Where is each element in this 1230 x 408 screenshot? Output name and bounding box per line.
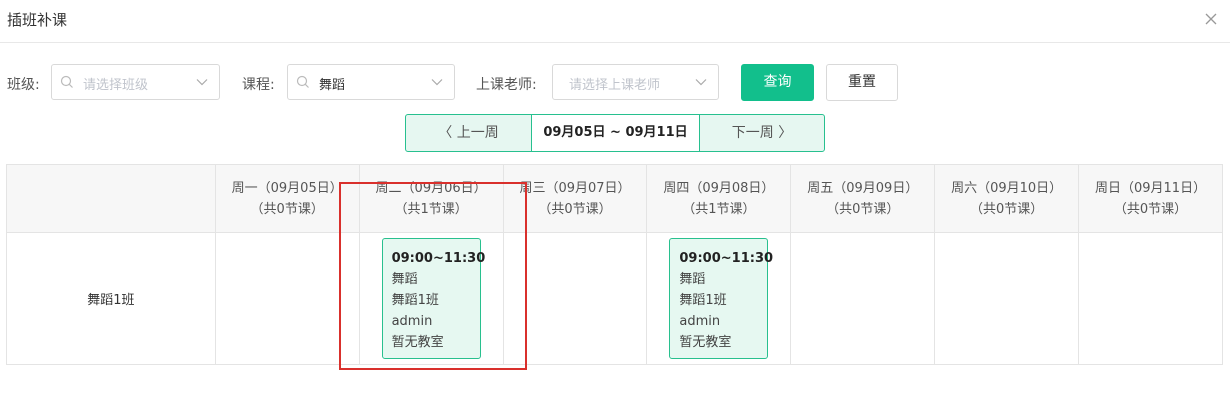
- day-header-wed: 周三（09月07日） （共0节课）: [502, 164, 648, 233]
- class-select-placeholder: 请选择班级: [83, 78, 149, 93]
- corner-cell: [6, 164, 216, 233]
- week-navigator: 〈 上一周 09月05日 ~ 09月11日 下一周 〉: [405, 114, 825, 152]
- search-button[interactable]: 查询: [741, 64, 814, 101]
- lesson-count: （共0节课）: [1113, 201, 1188, 217]
- teacher-select-placeholder: 请选择上课老师: [569, 78, 661, 93]
- chevron-down-icon: [196, 79, 208, 86]
- lesson-teacher: admin: [391, 314, 433, 329]
- day-cell-fri: [790, 232, 936, 365]
- table-row: 舞蹈1班 09:00~11:30 舞蹈 舞蹈1班 admin 暂无教室 09:0…: [6, 232, 1223, 365]
- lesson-teacher: admin: [679, 314, 721, 329]
- day-cell-thu: 09:00~11:30 舞蹈 舞蹈1班 admin 暂无教室: [646, 232, 792, 365]
- day-header-thu: 周四（09月08日） （共1节课）: [646, 164, 792, 233]
- day-header-mon: 周一（09月05日） （共0节课）: [214, 164, 360, 233]
- lesson-card[interactable]: 09:00~11:30 舞蹈 舞蹈1班 admin 暂无教室: [381, 238, 486, 359]
- header-divider: [0, 42, 1230, 43]
- lesson-count: （共0节课）: [250, 201, 324, 217]
- schedule-table: 周一（09月05日） （共0节课） 周二（09月06日） （共1节课） 周三（09月…: [6, 164, 1223, 365]
- search-icon: [60, 75, 73, 88]
- chevron-down-icon: [695, 79, 707, 86]
- lesson-room: 暂无教室: [391, 335, 444, 350]
- class-filter-label: 班级:: [7, 77, 40, 93]
- teacher-select[interactable]: 请选择上课老师: [552, 64, 719, 100]
- class-select[interactable]: 请选择班级: [51, 64, 220, 100]
- lesson-time: 09:00~11:30: [679, 251, 774, 266]
- lesson-count: （共1节课）: [394, 201, 468, 217]
- day-header-fri: 周五（09月09日） （共0节课）: [790, 164, 936, 233]
- lesson-room: 暂无教室: [679, 335, 732, 350]
- day-name: 周一（09月05日）: [231, 180, 343, 196]
- day-name: 周四（09月08日）: [663, 180, 775, 196]
- day-header-sat: 周六（09月10日） （共0节课）: [934, 164, 1080, 233]
- day-name: 周六（09月10日）: [951, 180, 1063, 196]
- reset-button[interactable]: 重置: [826, 64, 898, 101]
- lesson-count: （共0节课）: [970, 201, 1044, 217]
- day-cell-sat: [934, 232, 1080, 365]
- course-select[interactable]: 舞蹈: [287, 64, 455, 100]
- next-week-button[interactable]: 下一周 〉: [700, 115, 824, 151]
- day-cell-mon: [214, 232, 360, 365]
- day-header-sun: 周日（09月11日） （共0节课）: [1078, 164, 1223, 233]
- day-name: 周三（09月07日）: [519, 180, 631, 196]
- course-filter-label: 课程:: [242, 77, 275, 93]
- lesson-course: 舞蹈: [391, 272, 418, 287]
- close-icon[interactable]: [1204, 12, 1218, 26]
- prev-week-button[interactable]: 〈 上一周: [406, 115, 531, 151]
- current-week-range: 09月05日 ~ 09月11日: [531, 115, 700, 151]
- schedule-header-row: 周一（09月05日） （共0节课） 周二（09月06日） （共1节课） 周三（09月…: [6, 164, 1223, 233]
- lesson-count: （共0节课）: [538, 201, 612, 217]
- day-header-tue: 周二（09月06日） （共1节课）: [358, 164, 504, 233]
- day-cell-sun: [1078, 232, 1223, 365]
- search-icon: [296, 75, 309, 88]
- day-name: 周日（09月11日）: [1094, 180, 1207, 196]
- class-name-cell: 舞蹈1班: [6, 232, 216, 365]
- chevron-down-icon: [431, 79, 443, 86]
- lesson-class: 舞蹈1班: [679, 293, 727, 308]
- lesson-count: （共1节课）: [682, 201, 756, 217]
- day-cell-tue: 09:00~11:30 舞蹈 舞蹈1班 admin 暂无教室: [358, 232, 504, 365]
- lesson-card[interactable]: 09:00~11:30 舞蹈 舞蹈1班 admin 暂无教室: [669, 238, 774, 359]
- class-name: 舞蹈1班: [87, 293, 135, 308]
- dialog-title: 插班补课: [7, 11, 68, 29]
- day-name: 周二（09月06日）: [375, 180, 487, 196]
- lesson-course: 舞蹈: [679, 272, 706, 287]
- day-cell-wed: [502, 232, 648, 365]
- day-name: 周五（09月09日）: [807, 180, 919, 196]
- course-select-value: 舞蹈: [319, 78, 346, 93]
- lesson-count: （共0节课）: [826, 201, 900, 217]
- lesson-class: 舞蹈1班: [391, 293, 439, 308]
- teacher-filter-label: 上课老师:: [476, 77, 537, 93]
- lesson-time: 09:00~11:30: [391, 251, 486, 266]
